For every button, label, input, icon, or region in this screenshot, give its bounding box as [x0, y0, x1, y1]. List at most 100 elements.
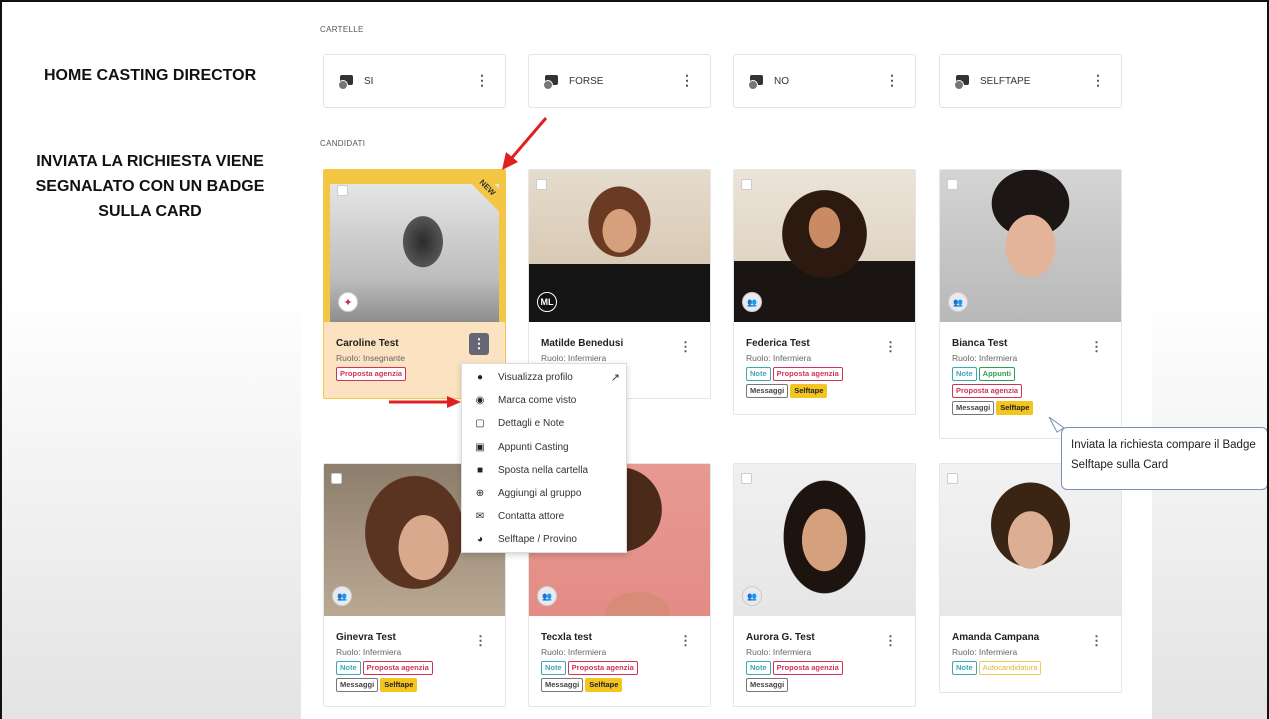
select-checkbox[interactable] — [536, 179, 547, 190]
card-menu-button[interactable]: ⋮ — [884, 340, 897, 353]
menu-item-label: Aggiungi al gruppo — [498, 488, 582, 500]
badge-proposta-agenzia[interactable]: Proposta agenzia — [362, 661, 433, 675]
candidate-name: Federica Test — [746, 338, 810, 349]
badge-proposta-agenzia[interactable]: Proposta agenzia — [772, 367, 843, 381]
folder-no[interactable]: NO ⋮ — [733, 54, 916, 108]
candidate-photo[interactable]: ✦ — [324, 170, 505, 322]
badge-row: Note Appunti — [952, 367, 1117, 381]
menu-item-sposta-nella-cartella[interactable]: ■ Sposta nella cartella — [462, 459, 626, 482]
badge-note[interactable]: Note — [952, 661, 977, 675]
select-checkbox[interactable] — [947, 473, 958, 484]
badge-row: Messaggi Selftape — [541, 678, 706, 692]
candidate-role: Ruolo: Infermiera — [746, 353, 812, 363]
right-gutter — [1152, 2, 1267, 719]
select-checkbox[interactable] — [741, 473, 752, 484]
badge-messaggi[interactable]: Messaggi — [746, 384, 789, 398]
group-add-icon: ⊕ — [475, 488, 485, 500]
candidate-name: Aurora G. Test — [746, 632, 815, 643]
kebab-menu-icon[interactable]: ⋮ — [680, 73, 694, 87]
card-menu-button[interactable]: ⋮ — [679, 634, 692, 647]
candidate-role: Ruolo: Infermiera — [541, 647, 607, 657]
external-link-icon[interactable]: ↗ — [611, 371, 620, 384]
menu-item-appunti-casting[interactable]: ▣ Appunti Casting — [462, 436, 626, 459]
menu-item-selftape-provino[interactable]: ◕ Selftape / Provino — [462, 528, 626, 551]
badge-row: Note Proposta agenzia — [746, 367, 911, 381]
candidate-name: Tecxla test — [541, 632, 592, 643]
user-group-icon: 👥 — [742, 292, 762, 312]
select-checkbox[interactable] — [331, 473, 342, 484]
eye-icon: ◉ — [475, 395, 485, 407]
badge-selftape[interactable]: Selftape — [585, 678, 623, 692]
card-menu-button[interactable]: ⋮ — [1090, 340, 1103, 353]
badge-selftape[interactable]: Selftape — [380, 678, 418, 692]
mail-icon: ✉ — [475, 511, 485, 523]
badge-proposta-agenzia[interactable]: Proposta agenzia — [567, 661, 638, 675]
badge-row: Note Autocandidatura — [952, 661, 1117, 675]
select-checkbox[interactable] — [947, 179, 958, 190]
red-arrow-menu-item — [389, 396, 461, 408]
select-checkbox[interactable] — [337, 185, 348, 196]
candidate-card-federica[interactable]: 👥 Federica Test Ruolo: Infermiera ⋮ Note… — [733, 169, 916, 415]
user-group-icon: 👥 — [537, 586, 557, 606]
kebab-menu-icon[interactable]: ⋮ — [885, 73, 899, 87]
card-menu-button[interactable]: ⋮ — [1090, 634, 1103, 647]
badge-messaggi[interactable]: Messaggi — [746, 678, 789, 692]
candidate-name: Ginevra Test — [336, 632, 396, 643]
candidate-card-amanda[interactable]: Amanda Campana Ruolo: Infermiera ⋮ Note … — [939, 463, 1122, 693]
candidate-card-aurora[interactable]: 👥 Aurora G. Test Ruolo: Infermiera ⋮ Not… — [733, 463, 916, 707]
folders-section-label: CARTELLE — [320, 25, 364, 34]
candidate-photo[interactable]: 👥 — [734, 464, 915, 616]
user-group-icon: 👥 — [742, 586, 762, 606]
badge-selftape[interactable]: Selftape — [996, 401, 1034, 415]
candidate-role: Ruolo: Infermiera — [746, 647, 812, 657]
candidate-role: Ruolo: Infermiera — [541, 353, 607, 363]
badge-autocandidatura[interactable]: Autocandidatura — [978, 661, 1042, 675]
folder-selftape[interactable]: SELFTAPE ⋮ — [939, 54, 1122, 108]
badge-selftape[interactable]: Selftape — [790, 384, 828, 398]
menu-item-dettagli-e-note[interactable]: ▢ Dettagli e Note — [462, 412, 626, 435]
red-arrow-new-badge — [502, 117, 548, 170]
badge-proposta-agenzia[interactable]: Proposta agenzia — [772, 661, 843, 675]
folder-icon — [954, 74, 970, 90]
badge-appunti[interactable]: Appunti — [978, 367, 1015, 381]
menu-item-visualizza-profilo[interactable]: ● Visualizza profilo ↗ — [462, 366, 626, 389]
folder-icon — [748, 74, 764, 90]
menu-item-label: Appunti Casting — [498, 441, 569, 453]
folder-si[interactable]: SI ⋮ — [323, 54, 506, 108]
badge-note[interactable]: Note — [746, 661, 771, 675]
folder-name: SELFTAPE — [980, 75, 1031, 87]
badge-messaggi[interactable]: Messaggi — [336, 678, 379, 692]
menu-item-label: Visualizza profilo — [498, 372, 573, 384]
candidates-section-label: CANDIDATI — [320, 139, 366, 148]
candidate-photo[interactable]: 👥 — [940, 170, 1121, 322]
menu-item-contatta-attore[interactable]: ✉ Contatta attore — [462, 505, 626, 528]
badge-messaggi[interactable]: Messaggi — [952, 401, 995, 415]
menu-item-marca-come-visto[interactable]: ◉ Marca come visto — [462, 389, 626, 412]
kebab-menu-icon[interactable]: ⋮ — [475, 73, 489, 87]
card-menu-button[interactable]: ⋮ — [679, 340, 692, 353]
card-menu-button[interactable]: ⋮ — [469, 333, 489, 355]
badge-note[interactable]: Note — [541, 661, 566, 675]
badge-note[interactable]: Note — [336, 661, 361, 675]
card-menu-button[interactable]: ⋮ — [474, 634, 487, 647]
candidate-card-bianca[interactable]: 👥 Bianca Test Ruolo: Infermiera ⋮ Note A… — [939, 169, 1122, 439]
badge-row: Proposta agenzia — [952, 384, 1117, 398]
candidate-photo[interactable]: 👥 — [734, 170, 915, 322]
card-menu-button[interactable]: ⋮ — [884, 634, 897, 647]
person-icon: ● — [476, 372, 484, 384]
badge-proposta-agenzia[interactable]: Proposta agenzia — [336, 367, 407, 381]
badge-row: Note Proposta agenzia — [336, 661, 501, 675]
badge-note[interactable]: Note — [952, 367, 977, 381]
kebab-menu-icon[interactable]: ⋮ — [1091, 73, 1105, 87]
badge-messaggi[interactable]: Messaggi — [541, 678, 584, 692]
menu-item-label: Contatta attore — [498, 511, 565, 523]
folder-forse[interactable]: FORSE ⋮ — [528, 54, 711, 108]
menu-item-aggiungi-al-gruppo[interactable]: ⊕ Aggiungi al gruppo — [462, 482, 626, 505]
badge-note[interactable]: Note — [746, 367, 771, 381]
candidate-name: Matilde Benedusi — [541, 338, 624, 349]
badge-proposta-agenzia[interactable]: Proposta agenzia — [952, 384, 1023, 398]
select-checkbox[interactable] — [741, 179, 752, 190]
card-context-menu: ● Visualizza profilo ↗ ◉ Marca come vist… — [461, 363, 627, 553]
candidate-photo[interactable]: ML — [529, 170, 710, 322]
badge-row: Messaggi Selftape — [336, 678, 501, 692]
